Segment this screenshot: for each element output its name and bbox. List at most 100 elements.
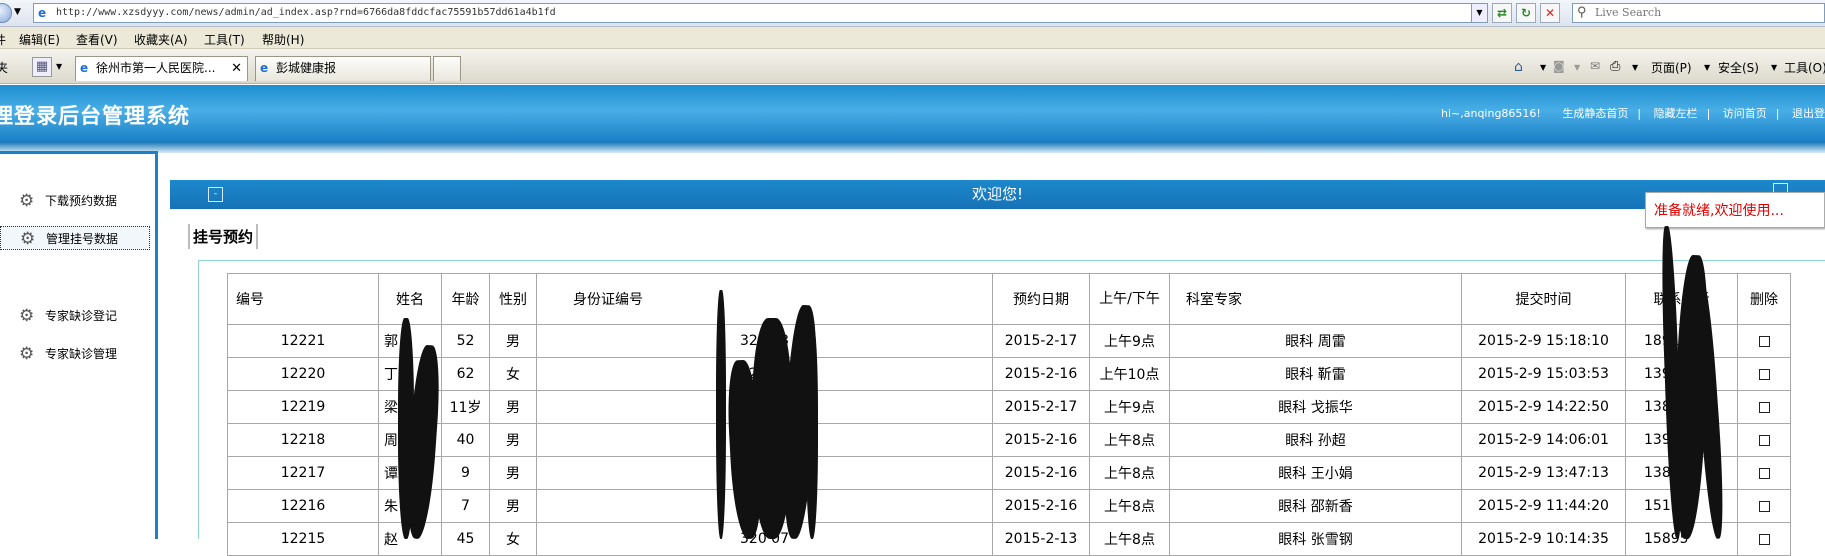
- cell-id: 12218: [227, 423, 379, 457]
- cell-dept: 眼科 戈振华: [1169, 390, 1462, 424]
- compat-view-icon[interactable]: ⇄: [1492, 3, 1512, 23]
- home-icon[interactable]: ⌂: [1514, 59, 1523, 75]
- cell-dept: 眼科 周雷: [1169, 324, 1462, 358]
- back-icon[interactable]: [0, 3, 12, 23]
- menu-view[interactable]: 查看(V): [76, 31, 118, 48]
- cell-submitted: 2015-2-9 11:44:20: [1461, 489, 1626, 523]
- sidebar: ⚙ 下载预约数据 ⚙ 管理挂号数据 ⚙ 专家缺诊登记 ⚙ 专家缺诊管理: [0, 151, 158, 539]
- table-row: 12219梁11岁男341 102015-2-17上午9点眼科 戈振华2015-…: [227, 390, 1791, 424]
- cell-slot: 上午8点: [1089, 456, 1170, 490]
- sidebar-item-download-appointments[interactable]: ⚙ 下载预约数据: [0, 189, 150, 213]
- search-input[interactable]: ⚲ Live Search: [1572, 3, 1825, 23]
- gear-icon: ⚙: [19, 306, 35, 326]
- delete-checkbox[interactable]: [1758, 467, 1770, 479]
- cell-slot: 上午8点: [1089, 423, 1170, 457]
- table-row: 12221郭52男320 732015-2-17上午9点眼科 周雷2015-2-…: [227, 324, 1791, 358]
- generate-static-home-link[interactable]: 生成静态首页: [1562, 105, 1628, 121]
- redaction-mark: [806, 325, 818, 539]
- delete-checkbox[interactable]: [1758, 434, 1770, 446]
- menu-file[interactable]: 件: [0, 31, 6, 48]
- cell-date: 2015-2-16: [992, 456, 1090, 490]
- favorites-button[interactable]: 夹: [0, 59, 8, 76]
- col-header-id-number: 身份证编号: [536, 273, 993, 325]
- refresh-icon[interactable]: ↻: [1516, 3, 1536, 23]
- ie-logo-icon: e: [80, 61, 89, 75]
- cell-delete: [1737, 390, 1791, 424]
- address-dropdown-icon[interactable]: ▼: [1471, 3, 1488, 23]
- cell-delete: [1737, 456, 1791, 490]
- menu-help[interactable]: 帮助(H): [262, 31, 304, 48]
- cell-date: 2015-2-17: [992, 390, 1090, 424]
- cell-gender: 男: [489, 390, 537, 424]
- col-header-submitted: 提交时间: [1461, 273, 1626, 325]
- ie-logo-icon: e: [260, 61, 269, 75]
- collapse-icon[interactable]: -: [208, 187, 223, 202]
- sidebar-item-expert-absence-manage[interactable]: ⚙ 专家缺诊管理: [0, 342, 150, 366]
- tab-list-dropdown-icon[interactable]: ▼: [56, 62, 62, 71]
- logout-link[interactable]: 退出登: [1792, 105, 1825, 121]
- delete-checkbox[interactable]: [1758, 368, 1770, 380]
- user-greeting: hi~,anqing86516!: [1440, 107, 1541, 120]
- cell-date: 2015-2-16: [992, 357, 1090, 391]
- delete-checkbox[interactable]: [1758, 335, 1770, 347]
- delete-checkbox[interactable]: [1758, 533, 1770, 545]
- print-dropdown-icon[interactable]: ▼: [1632, 63, 1638, 72]
- sidebar-item-manage-registrations[interactable]: ⚙ 管理挂号数据: [0, 226, 150, 250]
- close-tab-icon[interactable]: ✕: [231, 57, 242, 80]
- cell-slot: 上午10点: [1089, 357, 1170, 391]
- cell-id: 12217: [227, 456, 379, 490]
- sidebar-item-expert-absence-register[interactable]: ⚙ 专家缺诊登记: [0, 304, 150, 328]
- cell-id: 12216: [227, 489, 379, 523]
- menu-bar: 件 编辑(E) 查看(V) 收藏夹(A) 工具(T) 帮助(H): [0, 27, 1825, 49]
- header-divider: [0, 142, 1825, 153]
- appointments-table: 编号 姓名 年龄 性别 身份证编号 预约日期 上午/下午 科室专家 提交时间 联…: [227, 273, 1791, 556]
- cell-date: 2015-2-16: [992, 489, 1090, 523]
- quick-tabs-icon[interactable]: ▦: [32, 57, 52, 77]
- feeds-icon[interactable]: ◙: [1553, 59, 1565, 73]
- cell-delete: [1737, 357, 1791, 391]
- status-popup: 准备就绪,欢迎使用...: [1645, 192, 1825, 228]
- gear-icon: ⚙: [19, 344, 35, 364]
- tab-bar: 夹 ▦ ▼ e 徐州市第一人民医院... ✕ e 彭城健康报 ⌂ ▼ ◙ ▼ ✉…: [0, 49, 1825, 84]
- print-icon[interactable]: ⎙: [1610, 59, 1620, 74]
- search-placeholder: Live Search: [1595, 6, 1662, 19]
- tab-pengcheng[interactable]: e 彭城健康报: [255, 56, 431, 81]
- app-title: 理登录后台管理系统: [0, 104, 190, 128]
- history-dropdown-icon[interactable]: ▼: [14, 7, 21, 17]
- delete-checkbox[interactable]: [1758, 401, 1770, 413]
- col-header-dept-expert: 科室专家: [1169, 273, 1462, 325]
- cell-dept: 眼科 王小娟: [1169, 456, 1462, 490]
- cell-date: 2015-2-16: [992, 423, 1090, 457]
- page-menu[interactable]: 页面(P): [1651, 59, 1692, 76]
- cell-id: 12220: [227, 357, 379, 391]
- new-tab-button[interactable]: [433, 56, 461, 81]
- stop-icon[interactable]: ✕: [1540, 3, 1560, 23]
- menu-tools[interactable]: 工具(T): [204, 31, 245, 48]
- tab-hospital[interactable]: e 徐州市第一人民医院... ✕: [75, 56, 248, 81]
- address-input[interactable]: e http://www.xzsdyyy.com/news/admin/ad_i…: [33, 3, 1488, 23]
- delete-checkbox[interactable]: [1758, 500, 1770, 512]
- mail-icon[interactable]: ✉: [1590, 59, 1600, 73]
- feeds-dropdown-icon[interactable]: ▼: [1574, 63, 1580, 72]
- top-nav: hi~,anqing86516! 生成静态首页 | 隐藏左栏 | 访问首页 | 退出登: [1440, 105, 1825, 121]
- safety-dropdown-icon[interactable]: ▼: [1771, 63, 1777, 72]
- cell-id: 12215: [227, 522, 379, 556]
- menu-edit[interactable]: 编辑(E): [19, 31, 60, 48]
- col-header-id: 编号: [227, 273, 379, 325]
- ie-logo-icon: e: [38, 6, 47, 20]
- table-row: 12216朱7男320 592015-2-16上午8点眼科 邵新香2015-2-…: [227, 489, 1791, 523]
- table-header-row: 编号 姓名 年龄 性别 身份证编号 预约日期 上午/下午 科室专家 提交时间 联…: [227, 273, 1791, 325]
- cell-gender: 女: [489, 357, 537, 391]
- sidebar-item-label: 管理挂号数据: [46, 232, 119, 246]
- cell-age: 11岁: [441, 390, 490, 424]
- safety-menu[interactable]: 安全(S): [1718, 59, 1759, 76]
- sidebar-item-label: 专家缺诊登记: [45, 309, 118, 323]
- cell-age: 62: [441, 357, 490, 391]
- page-dropdown-icon[interactable]: ▼: [1704, 63, 1710, 72]
- menu-favorites[interactable]: 收藏夹(A): [134, 31, 188, 48]
- address-url: http://www.xzsdyyy.com/news/admin/ad_ind…: [56, 7, 556, 18]
- visit-home-link[interactable]: 访问首页: [1723, 105, 1767, 121]
- hide-sidebar-link[interactable]: 隐藏左栏: [1654, 105, 1698, 121]
- tools-menu[interactable]: 工具(O): [1784, 59, 1825, 76]
- home-dropdown-icon[interactable]: ▼: [1540, 63, 1546, 72]
